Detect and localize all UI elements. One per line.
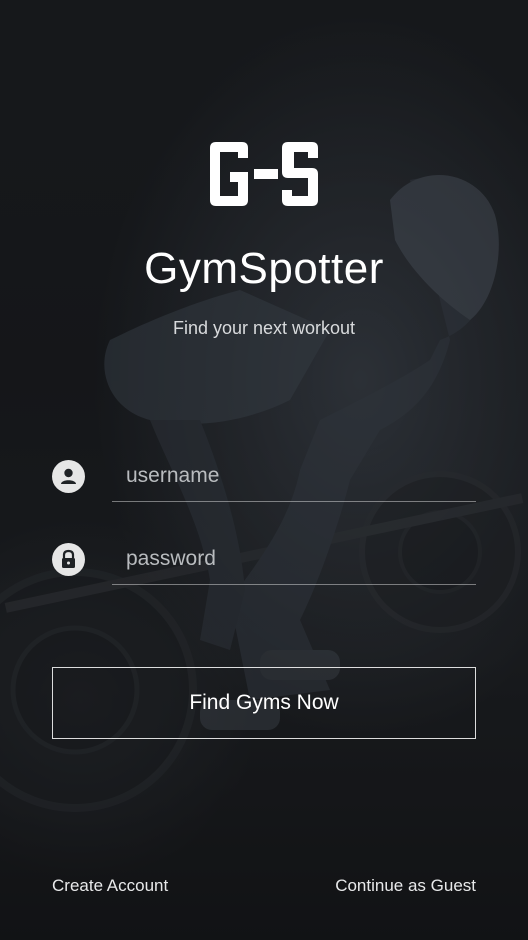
login-screen: GymSpotter Find your next workout Find G… [0, 0, 528, 940]
app-title: GymSpotter [144, 244, 384, 293]
gymspotter-logo [210, 142, 318, 206]
user-icon [52, 460, 85, 493]
username-input[interactable] [112, 450, 476, 502]
lock-icon [52, 543, 85, 576]
username-row [52, 450, 476, 510]
find-gyms-button[interactable]: Find Gyms Now [52, 667, 476, 739]
create-account-link[interactable]: Create Account [52, 876, 168, 896]
password-row [52, 533, 476, 593]
password-input[interactable] [112, 533, 476, 585]
continue-as-guest-link[interactable]: Continue as Guest [335, 876, 476, 896]
tagline: Find your next workout [172, 318, 356, 338]
